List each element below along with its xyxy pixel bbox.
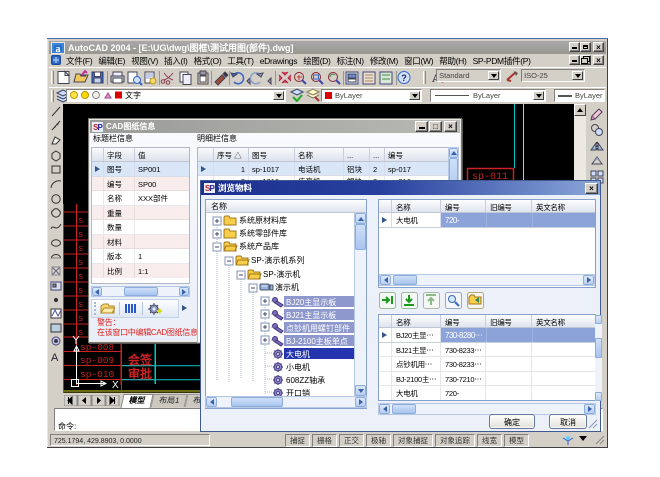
svg-text:系统产品库: 系统产品库 [239,241,279,252]
svg-text:sp-010: sp-010 [80,369,115,380]
svg-text:审批: 审批 [128,365,152,382]
svg-text:s: s [78,300,83,310]
svg-text:SP-演示机系列: SP-演示机系列 [251,255,304,266]
svg-text:文字: 文字 [125,90,141,101]
svg-text:608ZZ轴承: 608ZZ轴承 [286,375,325,386]
svg-text:BJ21主显示板: BJ21主显示板 [286,310,336,321]
svg-text:sp-009: sp-009 [80,355,115,366]
svg-text:?: ? [401,73,407,83]
svg-text:s: s [78,314,83,324]
svg-text:A: A [51,352,59,364]
svg-text:系统原材料库: 系统原材料库 [239,215,287,226]
svg-text:系统零部件库: 系统零部件库 [239,228,287,239]
svg-text:点钞机用螺钉部件: 点钞机用螺钉部件 [286,323,350,334]
svg-text:X: X [112,380,119,391]
svg-text:BJ20主显示板: BJ20主显示板 [286,297,336,308]
svg-text:大电机: 大电机 [286,349,310,360]
svg-text:SP-演示机: SP-演示机 [263,269,300,280]
svg-text:演示机: 演示机 [275,282,299,293]
svg-text:s: s [78,286,83,296]
svg-text:a: a [56,44,61,54]
svg-text:sp-008: sp-008 [80,342,115,353]
svg-text:P: P [98,123,104,132]
svg-text:P: P [210,184,216,193]
svg-text:s: s [78,244,83,254]
svg-text:s: s [78,258,83,268]
svg-text:s: s [78,230,83,240]
svg-text:BJ-2100主板单点: BJ-2100主板单点 [286,336,348,347]
svg-text:s: s [78,216,83,226]
svg-text:s: s [78,272,83,282]
svg-text:小电机: 小电机 [286,362,310,373]
